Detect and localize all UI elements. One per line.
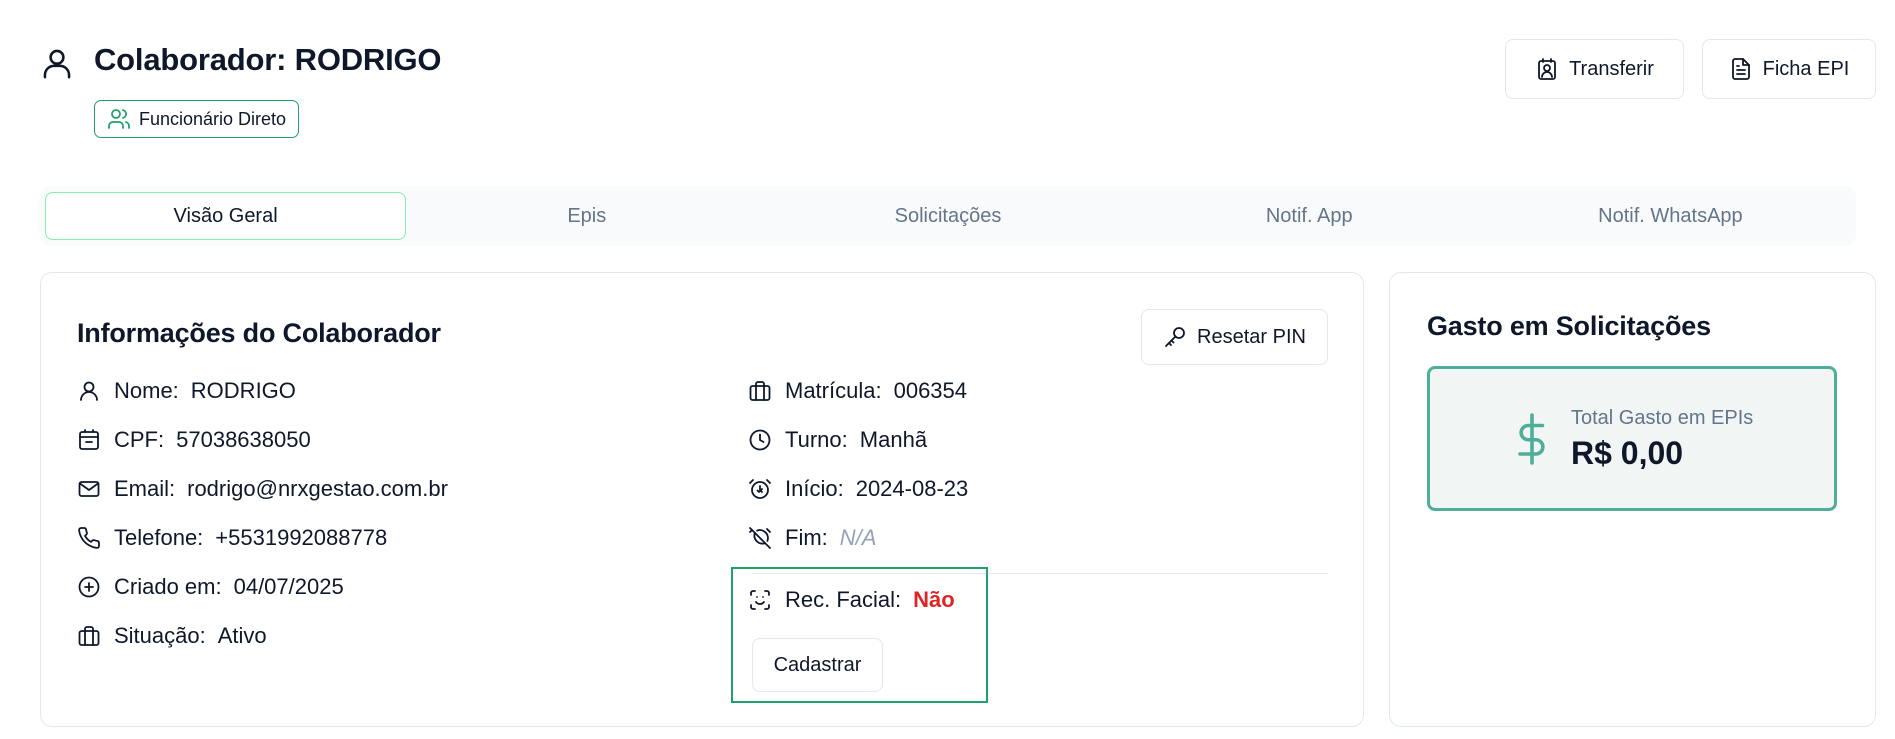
tab-app-notifications[interactable]: Notif. App [1129,192,1490,240]
register-face-button[interactable]: Cadastrar [752,638,883,692]
total-spent-value: R$ 0,00 [1571,435,1684,471]
key-icon [1165,327,1185,347]
spending-card-title: Gasto em Solicitações [1427,311,1711,341]
created-label: Criado em: [114,574,222,599]
end-label: Fim: [785,525,828,550]
created-value: 04/07/2025 [233,574,344,599]
file-text-icon [1731,58,1750,80]
reset-pin-label: Resetar PIN [1197,325,1306,348]
cpf-value: 57038638050 [176,427,311,452]
facial-value: Não [913,587,955,612]
transfer-label: Transferir [1569,57,1654,80]
dollar-sign-icon [1518,413,1545,465]
epi-sheet-label: Ficha EPI [1762,57,1850,80]
briefcase-icon [77,624,101,648]
field-email: Email: rodrigo@nrxgestao.com.br [77,474,448,504]
tab-overview[interactable]: Visão Geral [45,192,407,240]
plus-circle-icon [77,575,101,599]
alarm-clock-off-icon [748,526,772,550]
info-card-title: Informações do Colaborador [77,318,441,348]
end-value: N/A [839,525,877,550]
cpf-label: CPF: [114,427,165,452]
id-card-icon [77,428,101,452]
reset-pin-button[interactable]: Resetar PIN [1141,309,1328,365]
total-spent-box: Total Gasto em EPIs R$ 0,00 [1427,366,1837,511]
contact-icon [1538,58,1556,80]
email-label: Email: [114,476,176,501]
start-value: 2024-08-23 [855,476,969,501]
page-title: Colaborador: RODRIGO [94,42,442,77]
phone-label: Telefone: [114,525,204,550]
email-value: rodrigo@nrxgestao.com.br [187,476,448,501]
facial-label: Rec. Facial: [785,587,902,612]
total-spent-label: Total Gasto em EPIs [1571,407,1754,429]
phone-icon [77,526,101,550]
scan-face-icon [748,588,772,612]
users-icon [108,109,130,129]
clock-icon [748,428,772,452]
transfer-button[interactable]: Transferir [1505,39,1684,99]
field-phone: Telefone: +5531992088778 [77,523,387,553]
field-status: Situação: Ativo [77,621,267,651]
status-value: Ativo [217,623,267,648]
mail-icon [77,477,101,501]
field-cpf: CPF: 57038638050 [77,425,311,455]
user-icon [77,379,101,403]
tab-requests[interactable]: Solicitações [767,192,1128,240]
alarm-clock-icon [748,477,772,501]
field-created: Criado em: 04/07/2025 [77,572,344,602]
shift-value: Manhã [859,427,928,452]
epi-sheet-button[interactable]: Ficha EPI [1702,39,1876,99]
registration-value: 006354 [893,378,968,403]
status-label: Situação: [114,623,206,648]
name-value: RODRIGO [190,378,296,403]
field-start: Início: 2024-08-23 [748,474,968,504]
name-label: Nome: [114,378,179,403]
field-end: Fim: N/A [748,523,876,553]
registration-label: Matrícula: [785,378,882,403]
employee-type-badge: Funcionário Direto [94,100,300,138]
field-registration: Matrícula: 006354 [748,376,967,406]
start-label: Início: [785,476,844,501]
field-facial-recognition: Rec. Facial: Não [748,585,955,615]
tab-epis[interactable]: Epis [406,192,767,240]
badge-label: Funcionário Direto [139,108,287,129]
tab-whatsapp-notifications[interactable]: Notif. WhatsApp [1490,192,1851,240]
tab-bar: Visão Geral Epis Solicitações Notif. App… [40,186,1856,246]
phone-value: +5531992088778 [215,525,388,550]
field-shift: Turno: Manhã [748,425,927,455]
field-name: Nome: RODRIGO [77,376,296,406]
briefcase-icon [748,379,772,403]
user-icon [43,49,71,79]
shift-label: Turno: [785,427,848,452]
